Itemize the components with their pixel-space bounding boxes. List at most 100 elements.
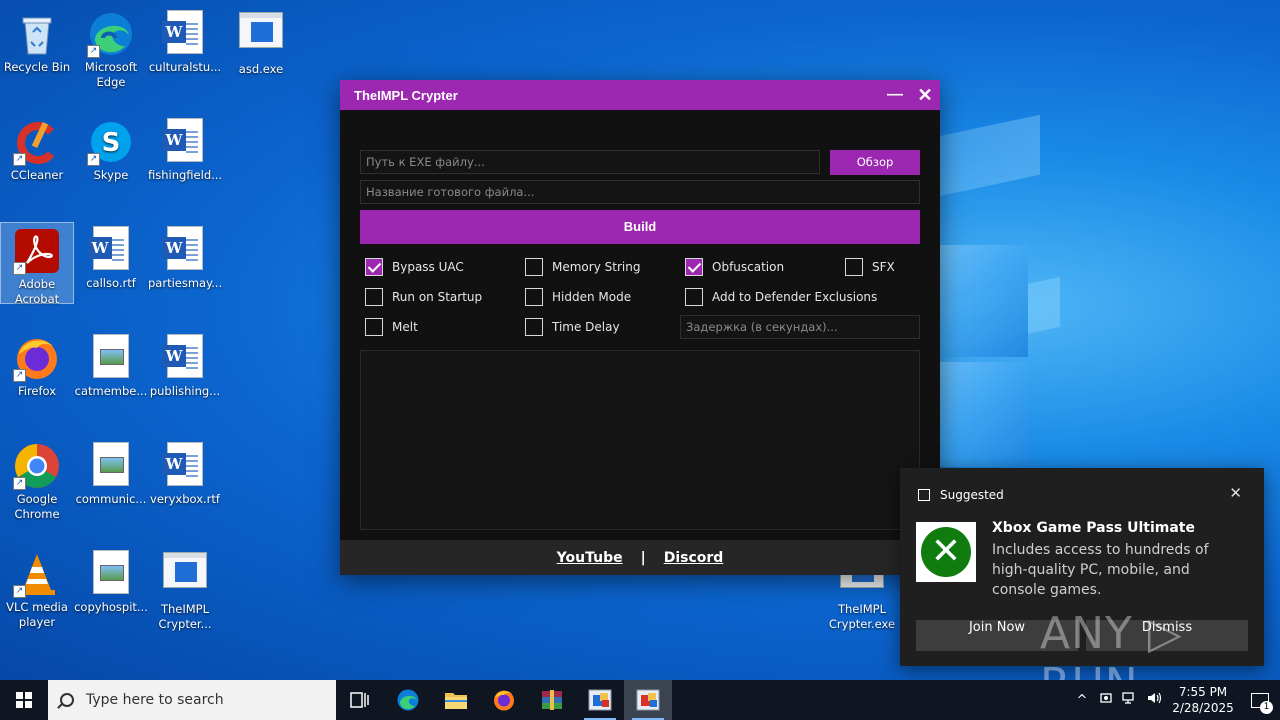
firefox-icon xyxy=(494,690,514,711)
checkbox-unchecked[interactable] xyxy=(525,258,543,276)
taskbar-edge[interactable] xyxy=(384,680,432,720)
taskbar-app-1[interactable] xyxy=(576,680,624,720)
log-output-area[interactable] xyxy=(360,350,920,530)
close-button[interactable]: ✕ xyxy=(910,80,940,110)
desktop-icon-recycle-bin[interactable]: Recycle Bin xyxy=(0,6,74,75)
desktop-icon-communic[interactable]: communic... xyxy=(74,438,148,507)
output-name-input[interactable] xyxy=(360,180,920,204)
desktop-icon-microsoft-edge[interactable]: ↗ Microsoft Edge xyxy=(74,6,148,90)
option-defender-exclusions[interactable]: Add to Defender Exclusions xyxy=(685,288,877,306)
skype-icon: S ↗ xyxy=(87,118,135,166)
network-icon[interactable] xyxy=(1118,691,1142,709)
delay-seconds-input[interactable] xyxy=(680,315,920,339)
desktop-icon-label: Firefox xyxy=(17,384,57,398)
desktop-icon-partiesmay[interactable]: W partiesmay... xyxy=(148,222,222,291)
suggested-app-icon xyxy=(918,489,930,501)
build-button[interactable]: Build xyxy=(360,210,920,244)
notification-count-badge: 1 xyxy=(1260,701,1273,714)
recycle-bin-icon xyxy=(13,10,61,58)
taskbar-search-box[interactable]: Type here to search xyxy=(48,680,336,720)
notification-header: Suggested xyxy=(918,488,1004,502)
desktop-icon-asd-exe[interactable]: asd.exe xyxy=(224,6,298,77)
desktop-icon-label: publishing... xyxy=(149,384,221,398)
tray-chevron-icon[interactable]: ^ xyxy=(1070,693,1094,708)
shortcut-arrow-icon: ↗ xyxy=(87,45,100,58)
desktop-icon-catmembe[interactable]: catmembe... xyxy=(74,330,148,399)
desktop-icon-culturalstu[interactable]: W culturalstu... xyxy=(148,6,222,75)
desktop-icon-copyhospit[interactable]: copyhospit... xyxy=(74,546,148,615)
option-melt[interactable]: Melt xyxy=(365,318,418,336)
word-document-icon: W xyxy=(161,334,209,382)
word-document-icon: W xyxy=(161,226,209,274)
exe-path-input[interactable] xyxy=(360,150,820,174)
option-hidden-mode[interactable]: Hidden Mode xyxy=(525,288,631,306)
option-label: Melt xyxy=(392,320,418,334)
option-memory-string[interactable]: Memory String xyxy=(525,258,640,276)
option-run-on-startup[interactable]: Run on Startup xyxy=(365,288,482,306)
volume-icon[interactable] xyxy=(1142,691,1166,709)
checkbox-unchecked[interactable] xyxy=(525,288,543,306)
notification-description: Includes access to hundreds of high-qual… xyxy=(992,542,1209,598)
desktop-icon-publishing[interactable]: W publishing... xyxy=(148,330,222,399)
youtube-link[interactable]: YouTube xyxy=(557,550,623,566)
checkbox-unchecked[interactable] xyxy=(365,318,383,336)
desktop-icon-theimpl-crypter-folder[interactable]: TheIMPL Crypter... xyxy=(148,546,222,632)
desktop-icon-skype[interactable]: S ↗ Skype xyxy=(74,114,148,183)
desktop-icon-label: Microsoft Edge xyxy=(84,60,138,89)
windows-logo-icon xyxy=(16,692,32,708)
desktop-icon-callso-rtf[interactable]: W callso.rtf xyxy=(74,222,148,291)
desktop-icon-label: CCleaner xyxy=(10,168,64,182)
desktop-icon-fishingfield[interactable]: W fishingfield... xyxy=(148,114,222,183)
desktop-icon-label: partiesmay... xyxy=(148,276,223,290)
checkbox-unchecked[interactable] xyxy=(365,288,383,306)
xbox-logo: ✕ xyxy=(916,522,976,582)
shortcut-arrow-icon: ↗ xyxy=(13,585,26,598)
option-time-delay[interactable]: Time Delay xyxy=(525,318,620,336)
window-titlebar[interactable]: TheIMPL Crypter — ✕ xyxy=(340,80,940,110)
checkbox-unchecked[interactable] xyxy=(845,258,863,276)
crypter-app-icon xyxy=(636,689,660,711)
option-label: Obfuscation xyxy=(712,260,785,274)
action-center-button[interactable]: 1 xyxy=(1240,680,1280,720)
meet-now-icon[interactable] xyxy=(1094,691,1118,709)
checkbox-unchecked[interactable] xyxy=(685,288,703,306)
shortcut-arrow-icon: ↗ xyxy=(13,153,26,166)
option-sfx[interactable]: SFX xyxy=(845,258,895,276)
desktop-icon-label: VLC media player xyxy=(6,600,68,629)
word-document-icon: W xyxy=(87,226,135,274)
desktop-icon-firefox[interactable]: ↗ Firefox xyxy=(0,330,74,399)
desktop-icon-vlc[interactable]: ↗ VLC media player xyxy=(0,546,74,630)
svg-text:S: S xyxy=(102,128,121,158)
taskbar-clock[interactable]: 7:55 PM 2/28/2025 xyxy=(1166,684,1240,716)
taskbar-crypter[interactable] xyxy=(624,680,672,720)
taskbar-winrar[interactable] xyxy=(528,680,576,720)
notification-close-icon[interactable]: ✕ xyxy=(1229,484,1242,502)
checkbox-checked[interactable] xyxy=(365,258,383,276)
desktop-icon-ccleaner[interactable]: ↗ CCleaner xyxy=(0,114,74,183)
vlc-cone-icon: ↗ xyxy=(13,550,61,598)
browse-button[interactable]: Обзор xyxy=(830,150,920,175)
desktop-icon-veryxbox-rtf[interactable]: W veryxbox.rtf xyxy=(148,438,222,507)
task-view-button[interactable] xyxy=(336,680,384,720)
folder-icon xyxy=(445,693,467,709)
checkbox-unchecked[interactable] xyxy=(525,318,543,336)
desktop-icon-google-chrome[interactable]: ↗ Google Chrome xyxy=(0,438,74,522)
option-label: Bypass UAC xyxy=(392,260,464,274)
taskbar-firefox[interactable] xyxy=(480,680,528,720)
option-bypass-uac[interactable]: Bypass UAC xyxy=(365,258,464,276)
desktop-icon-adobe-acrobat[interactable]: ↗ Adobe Acrobat xyxy=(0,222,74,306)
desktop-icon-label: Skype xyxy=(93,168,129,182)
desktop-icon-label: Google Chrome xyxy=(14,492,60,521)
word-document-icon: W xyxy=(161,442,209,490)
option-obfuscation[interactable]: Obfuscation xyxy=(685,258,784,276)
minimize-button[interactable]: — xyxy=(880,80,910,110)
option-label: Memory String xyxy=(552,260,641,274)
search-placeholder: Type here to search xyxy=(86,692,224,708)
checkbox-checked[interactable] xyxy=(685,258,703,276)
desktop-icon-label: TheIMPL Crypter.exe xyxy=(828,602,896,631)
microsoft-edge-icon: ↗ xyxy=(87,10,135,58)
start-button[interactable] xyxy=(0,680,48,720)
taskbar-file-explorer[interactable] xyxy=(432,680,480,720)
notification-header-label: Suggested xyxy=(940,488,1004,502)
discord-link[interactable]: Discord xyxy=(664,550,724,566)
